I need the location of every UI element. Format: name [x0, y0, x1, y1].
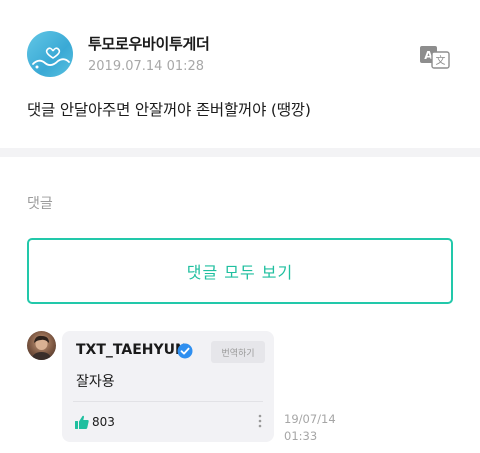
verified-badge-icon [177, 343, 193, 359]
like-count: 803 [92, 415, 115, 429]
more-vertical-icon[interactable] [256, 412, 264, 430]
svg-text:文: 文 [436, 54, 446, 67]
thumbs-up-icon[interactable] [74, 414, 90, 430]
comments-heading: 댓글 [27, 196, 53, 212]
comment-username[interactable]: TXT_TAEHYUN [76, 342, 187, 358]
comment-divider [73, 401, 263, 402]
comment-text: 잘자용 [76, 374, 115, 390]
post-body-text: 댓글 안달아주면 안잘꺼야 존버할꺼야 (땡깡) [27, 101, 311, 119]
comment-date: 19/07/14 [284, 412, 336, 426]
comment-translate-button[interactable]: 번역하기 [211, 341, 265, 363]
view-all-comments-button[interactable]: 댓글 모두 보기 [27, 238, 453, 304]
post-card: 투모로우바이투게더 2019.07.14 01:28 A 文 댓글 안달아주면 … [0, 0, 480, 148]
section-divider [0, 148, 480, 157]
person-photo-icon [31, 335, 52, 360]
commenter-avatar[interactable] [27, 331, 56, 360]
post-timestamp: 2019.07.14 01:28 [88, 59, 205, 74]
author-avatar[interactable] [27, 31, 73, 77]
heart-doodle-icon [32, 47, 70, 69]
comment-time: 01:33 [284, 429, 318, 443]
translate-icon[interactable]: A 文 [418, 44, 452, 70]
comment-timestamp: 19/07/14 01:33 [284, 411, 336, 445]
post-author-name[interactable]: 투모로우바이투게더 [88, 33, 210, 54]
